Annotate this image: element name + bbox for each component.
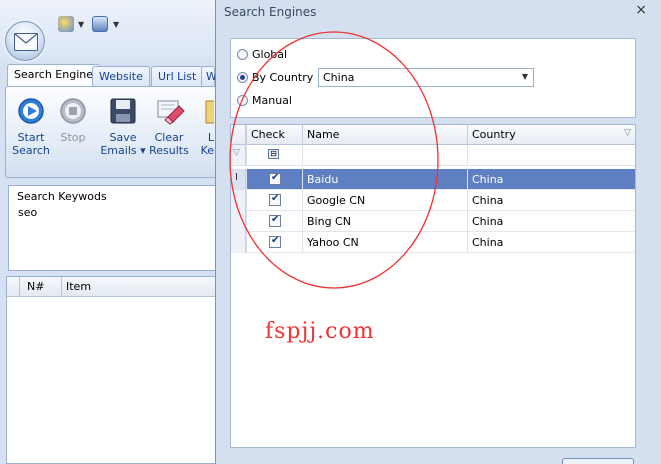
button-label: Start [17, 131, 45, 144]
ok-button[interactable] [562, 458, 634, 464]
button-label: L [207, 131, 214, 144]
tab-label: Website [99, 70, 143, 83]
filter-icon[interactable]: ▽ [624, 128, 631, 138]
title-bar: ▼ ▼ [0, 0, 215, 62]
button-label: Results [149, 144, 189, 157]
chevron-down-icon[interactable]: ▼ [113, 20, 119, 29]
button-label: Ke [200, 144, 214, 157]
column-divider [61, 277, 62, 296]
play-icon [15, 95, 47, 127]
ribbon-panel: Start Search Stop Save Emails ▾ Clear Re… [5, 86, 215, 178]
chevron-down-icon[interactable]: ▼ [78, 20, 84, 29]
tab-search-engine[interactable]: Search Engine [7, 64, 100, 86]
search-keywords-panel: Search Keywods seo [8, 185, 215, 271]
button-label: Clear [154, 131, 184, 144]
button-label: Stop [60, 131, 86, 144]
button-label: Emails ▾ [100, 144, 146, 157]
tab-url-list[interactable]: Url List [151, 66, 204, 86]
stop-icon [57, 95, 89, 127]
floppy-disk-icon [107, 95, 139, 127]
button-label: Save [109, 131, 137, 144]
column-header-number[interactable]: N# [27, 280, 44, 293]
document-icon [192, 95, 214, 127]
cell-country: China [467, 169, 635, 190]
tab-label: Search Engine [14, 68, 93, 81]
filter-cell-country[interactable] [467, 145, 635, 166]
eraser-icon [153, 95, 185, 127]
tab-website[interactable]: Website [92, 66, 150, 86]
main-app-window: ▼ ▼ Search Engine Website Url List W Sta… [0, 0, 217, 464]
chevron-down-icon[interactable]: ▼ [522, 72, 528, 81]
envelope-icon [14, 33, 38, 51]
cell-country: China [467, 211, 635, 232]
app-menu-button[interactable] [5, 21, 45, 61]
cell-country: China [467, 190, 635, 211]
language-icon[interactable] [58, 16, 74, 32]
close-button[interactable]: × [635, 2, 647, 18]
watermark-text: fspjj.com [265, 319, 375, 344]
search-keywords-input[interactable]: seo [18, 206, 37, 219]
button-label: Search [12, 144, 50, 157]
results-grid: N# Item [6, 276, 216, 464]
results-grid-header: N# Item [7, 277, 216, 297]
clear-results-button[interactable]: Clear Results [146, 95, 192, 167]
cell-country: China [467, 232, 635, 253]
tab-more[interactable]: W [201, 66, 217, 86]
dialog-title: Search Engines [224, 5, 317, 19]
tab-label: Url List [158, 70, 197, 83]
row-indicator-header [7, 277, 20, 296]
partial-ribbon-button[interactable]: L Ke [192, 95, 214, 167]
search-keywords-label: Search Keywods [17, 190, 107, 203]
monitor-icon[interactable] [92, 16, 108, 32]
start-search-button[interactable]: Start Search [8, 95, 54, 167]
ribbon-tabs: Search Engine Website Url List W [0, 64, 217, 86]
stop-button[interactable]: Stop [50, 95, 96, 167]
annotation-ellipse [229, 31, 439, 289]
column-header-country[interactable]: Country [467, 125, 635, 145]
save-emails-button[interactable]: Save Emails ▾ [100, 95, 146, 167]
column-header-item[interactable]: Item [66, 280, 91, 293]
